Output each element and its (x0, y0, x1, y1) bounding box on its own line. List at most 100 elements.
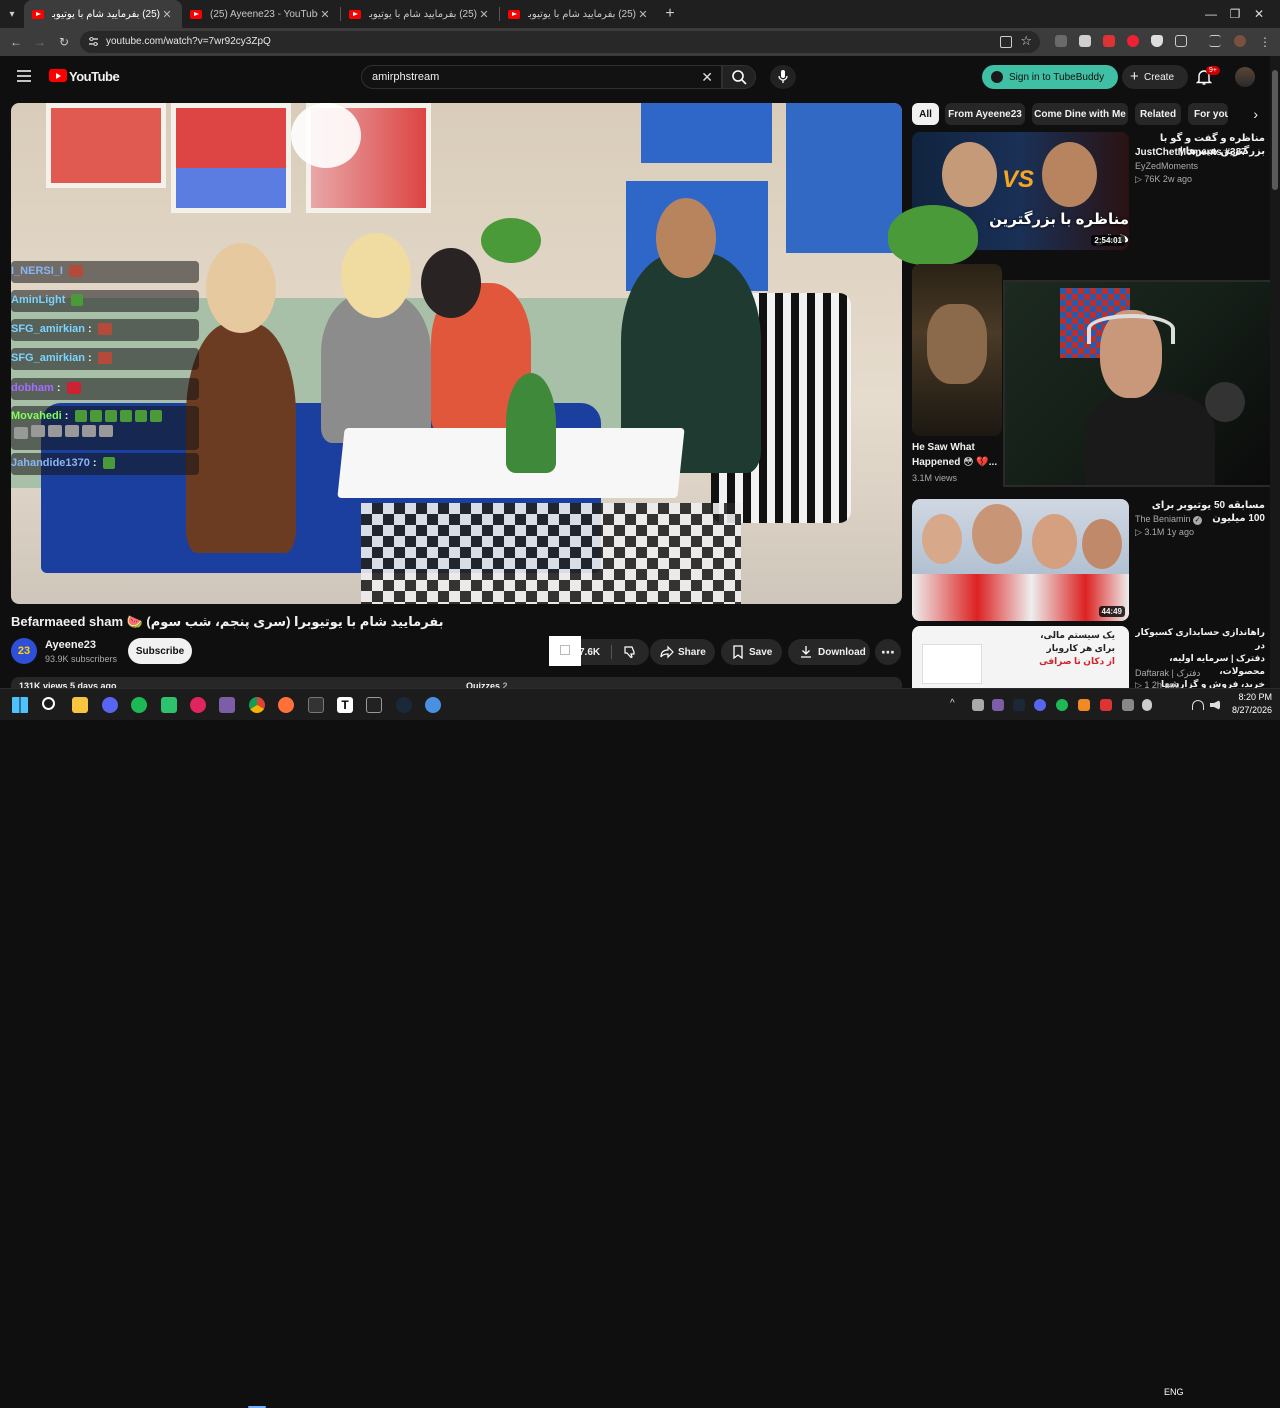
account-avatar[interactable] (1235, 67, 1255, 87)
address-bar[interactable]: youtube.com/watch?v=7wr92cy3ZpQ ☆ (80, 31, 1040, 53)
hamburger-menu-icon[interactable] (17, 70, 31, 82)
window-close-button[interactable]: ✕ (1236, 0, 1280, 28)
volume-icon[interactable] (1210, 700, 1220, 710)
text-app-icon[interactable]: T (337, 697, 353, 713)
more-actions-icon[interactable]: ⋯ (875, 639, 901, 665)
search-button[interactable] (722, 65, 756, 89)
tray-icon[interactable] (1056, 699, 1068, 711)
recommendation-channel[interactable]: EyZedMoments (1135, 161, 1198, 171)
save-button[interactable]: Save (721, 639, 782, 665)
steam-icon[interactable] (396, 697, 412, 713)
browser-tab-3[interactable]: (25) بفرمایید شام با یوتیوبرا (سری... ✕ (341, 0, 499, 28)
spotify-icon[interactable] (131, 697, 147, 713)
profile-avatar[interactable] (1234, 35, 1246, 47)
page-scrollbar-thumb[interactable] (1272, 70, 1278, 190)
firefox-icon[interactable] (278, 697, 294, 713)
tray-icon[interactable] (992, 699, 1004, 711)
tray-icon[interactable] (1078, 699, 1090, 711)
youtube-logo-icon[interactable] (49, 69, 67, 82)
chat-message: SFG_amirkian : (11, 319, 199, 341)
channel-avatar[interactable]: 23 (11, 638, 37, 664)
recommendation-title-line2[interactable]: JustChetMoments #387 (1135, 146, 1247, 159)
reload-icon[interactable]: ↻ (56, 34, 72, 50)
extension-icon[interactable] (1103, 35, 1115, 47)
recommendation-thumbnail[interactable]: یک سیستم مالی، برای هر کاروبار از دکان ت… (912, 626, 1129, 688)
tray-icon[interactable] (972, 699, 984, 711)
app-icon[interactable] (219, 697, 235, 713)
forward-arrow-icon[interactable]: → (32, 34, 48, 50)
tab-search-button[interactable]: ▾ (0, 0, 24, 28)
recommendation-channel[interactable]: Daftarak | دفترک (1135, 668, 1200, 679)
close-icon[interactable]: ✕ (160, 8, 174, 21)
create-button[interactable]: + Create (1122, 65, 1188, 89)
share-arrow-icon (660, 645, 674, 659)
new-tab-button[interactable]: + (658, 0, 682, 28)
wifi-icon[interactable] (1192, 700, 1204, 710)
menu-dots-icon[interactable]: ⋮ (1257, 34, 1273, 50)
save-label: Save (749, 646, 773, 658)
chat-username: Movahedi (11, 410, 62, 422)
recommendation-thumbnail[interactable]: 44:49 (912, 499, 1129, 621)
chip-from-channel[interactable]: From Ayeene23 (945, 103, 1025, 125)
chrome-icon[interactable] (249, 697, 265, 713)
short-thumbnail[interactable] (912, 264, 1002, 436)
shield-icon[interactable] (1151, 35, 1163, 47)
dislike-button[interactable] (612, 639, 648, 665)
cast-icon[interactable] (1000, 36, 1012, 48)
emote-icon (71, 294, 84, 307)
recommendation-channel[interactable]: The Beniamin ✓ (1135, 514, 1203, 525)
taskbar-clock-time[interactable]: 8:20 PM (1228, 692, 1272, 702)
short-title-line2[interactable]: Happened 😳 💔... (912, 456, 997, 469)
app-icon[interactable] (190, 697, 206, 713)
input-language[interactable]: ENG (1164, 1387, 1184, 1397)
terminal-icon[interactable] (366, 697, 382, 713)
close-icon[interactable]: ✕ (636, 8, 650, 21)
taskbar-clock-date[interactable]: 8/27/2026 (1220, 705, 1272, 715)
app-icon[interactable] (161, 697, 177, 713)
file-explorer-icon[interactable] (72, 697, 88, 713)
browser-tab-1[interactable]: (25) بفرمایید شام با یوتیوبرا (سری... ✕ (24, 0, 182, 28)
puzzle-icon[interactable] (1175, 35, 1187, 47)
subscribe-button[interactable]: Subscribe (128, 638, 192, 664)
share-button[interactable]: Share (650, 639, 715, 665)
reading-list-icon[interactable] (1209, 35, 1221, 47)
app-icon[interactable] (308, 697, 324, 713)
channel-name-text: The Beniamin (1135, 514, 1191, 524)
download-button[interactable]: Download (788, 639, 870, 665)
short-title[interactable]: He Saw What (912, 441, 975, 454)
chip-come-dine[interactable]: Come Dine with Me (1032, 103, 1128, 125)
tubebuddy-signin-button[interactable]: Sign in to TubeBuddy (982, 65, 1118, 89)
clear-search-icon[interactable]: ✕ (701, 69, 713, 86)
app-icon[interactable] (425, 697, 441, 713)
video-player[interactable]: I_NERSI_I AminLight SFG_amirkian : SFG_a… (11, 103, 902, 604)
tray-icon[interactable] (1122, 699, 1134, 711)
browser-tab-2[interactable]: (25) Ayeene23 - YouTube ✕ (182, 0, 340, 28)
tray-icon[interactable] (1034, 699, 1046, 711)
tray-icon[interactable] (1100, 699, 1112, 711)
chip-all[interactable]: All (912, 103, 939, 125)
discord-icon[interactable] (102, 697, 118, 713)
search-input[interactable]: amirphstream ✕ (361, 65, 722, 89)
chips-next-arrow-icon[interactable]: › (1228, 103, 1258, 125)
tray-icon[interactable] (1013, 699, 1025, 711)
voice-search-button[interactable] (770, 65, 796, 89)
chip-for-you[interactable]: For you (1188, 103, 1228, 125)
emote-icon (48, 424, 62, 437)
close-icon[interactable]: ✕ (318, 8, 332, 21)
bookmark-star-icon[interactable]: ☆ (1020, 33, 1032, 49)
youtube-logo-text[interactable]: YouTube (69, 69, 120, 84)
chat-username: SFG_amirkian (11, 352, 85, 364)
tray-overflow-icon[interactable]: ^ (950, 698, 955, 709)
channel-name[interactable]: Ayeene23 (45, 639, 96, 651)
extension-icon[interactable] (1079, 35, 1091, 47)
site-info-icon[interactable] (88, 36, 99, 47)
chip-related[interactable]: Related (1135, 103, 1181, 125)
extension-icon[interactable] (1055, 35, 1067, 47)
browser-tab-4[interactable]: (25) بفرمایید شام با یوتیوبرا (سری... ✕ (500, 0, 658, 28)
windows-start-icon[interactable] (12, 697, 28, 713)
back-arrow-icon[interactable]: ← (8, 34, 24, 50)
search-icon[interactable] (42, 697, 55, 710)
extension-icon[interactable] (1127, 35, 1139, 47)
microphone-icon[interactable] (1142, 699, 1152, 711)
close-icon[interactable]: ✕ (477, 8, 491, 21)
